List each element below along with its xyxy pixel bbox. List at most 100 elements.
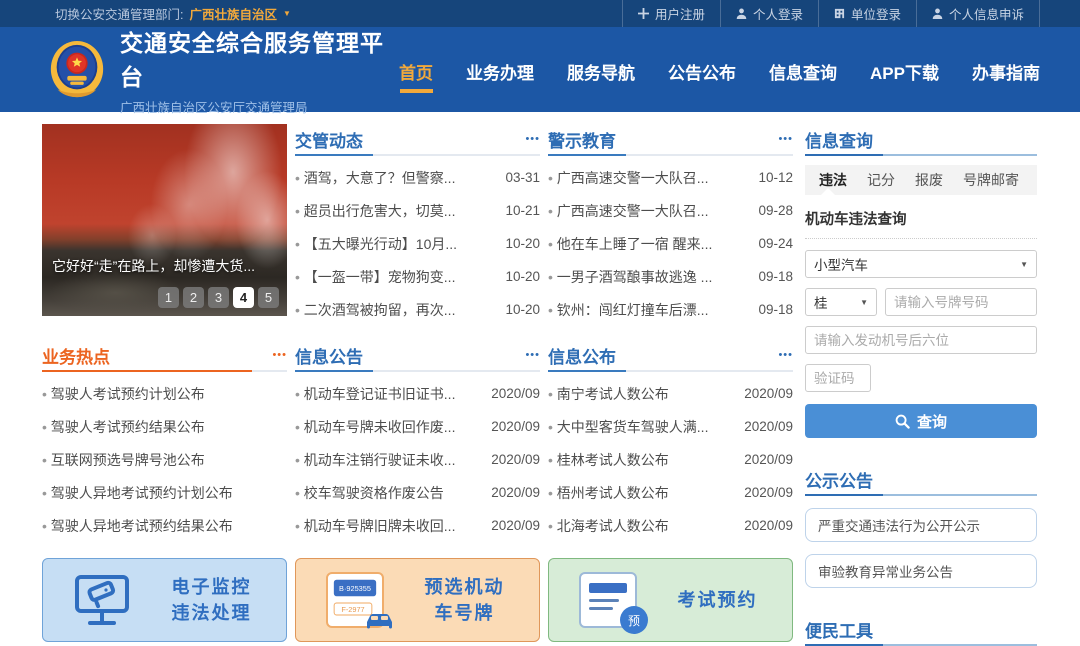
tab-plate-mail[interactable]: 号牌邮寄 bbox=[953, 170, 1029, 190]
news-date: 2020/09 bbox=[744, 518, 793, 533]
list-item[interactable]: 驾驶人考试预约结果公布 bbox=[42, 410, 287, 443]
list-item[interactable]: 北海考试人数公布2020/09 bbox=[548, 509, 793, 542]
list-item[interactable]: 桂林考试人数公布 2020/09 bbox=[548, 443, 793, 476]
news-date: 2020/09 bbox=[491, 485, 540, 500]
carousel-dot-1[interactable]: 1 bbox=[158, 287, 179, 308]
list-item[interactable]: 二次酒驾被拘留，再次...10-20 bbox=[295, 293, 540, 326]
announcement-link-violations[interactable]: 严重交通违法行为公开公示 bbox=[805, 508, 1037, 542]
carousel-dot-5[interactable]: 5 bbox=[258, 287, 279, 308]
news-title: 驾驶人异地考试预约结果公布 bbox=[42, 516, 233, 536]
province-select[interactable]: 桂 ▼ bbox=[805, 288, 877, 316]
list-item[interactable]: 【五大曝光行动】10月... 10-20 bbox=[295, 227, 540, 260]
list-item[interactable]: 钦州：闯红灯撞车后漂...09-18 bbox=[548, 293, 793, 326]
list-item[interactable]: 互联网预选号牌号池公布 bbox=[42, 443, 287, 476]
section-title: 交管动态 bbox=[295, 127, 363, 152]
banner-plate-preselection[interactable]: B·925355 F-2977 预选机动 车号牌 bbox=[295, 558, 540, 642]
list-item[interactable]: 一男子酒驾酿事故逃逸 ... 09-18 bbox=[548, 260, 793, 293]
engine-number-input[interactable] bbox=[805, 326, 1037, 354]
region-switch-label: 切换公安交通管理部门: bbox=[55, 4, 183, 23]
section-warning-education: 警示教育 ••• 广西高速交警一大队召...10-12 广西高速交警一大队召..… bbox=[548, 124, 793, 326]
unit-login-link[interactable]: 单位登录 bbox=[818, 0, 916, 27]
announcements-section-title: 公示公告 bbox=[805, 467, 873, 492]
banner-surveillance-violation[interactable]: 电子监控 违法处理 bbox=[42, 558, 287, 642]
news-date: 10-12 bbox=[758, 170, 793, 185]
more-icon[interactable]: ••• bbox=[778, 349, 793, 361]
license-plate-car-icon: B·925355 F-2977 bbox=[312, 572, 398, 628]
list-item[interactable]: 驾驶人考试预约计划公布 bbox=[42, 377, 287, 410]
more-icon[interactable]: ••• bbox=[778, 133, 793, 145]
tab-violation[interactable]: 违法 bbox=[809, 170, 857, 190]
tab-points[interactable]: 记分 bbox=[857, 170, 905, 190]
section-traffic-news: 交管动态 ••• 酒驾，大意了？但警察...03-31 超员出行危害大，切莫..… bbox=[295, 124, 540, 326]
list-item[interactable]: 广西高速交警一大队召...09-28 bbox=[548, 194, 793, 227]
info-appeal-link[interactable]: 个人信息申诉 bbox=[916, 0, 1040, 27]
news-date: 09-18 bbox=[758, 269, 793, 284]
captcha-input[interactable] bbox=[805, 364, 871, 392]
news-title: 【一盔一带】宠物狗变... bbox=[295, 267, 455, 287]
site-title: 交通安全综合服务管理平台 bbox=[120, 24, 399, 92]
nav-help-guide[interactable]: 办事指南 bbox=[972, 59, 1040, 84]
news-title: 他在车上睡了一宿 醒来... bbox=[548, 234, 712, 254]
section-divider bbox=[548, 154, 793, 156]
banner-line1: 预选机动 bbox=[398, 574, 531, 600]
list-item[interactable]: 南宁考试人数公布2020/09 bbox=[548, 377, 793, 410]
nav-info-query[interactable]: 信息查询 bbox=[769, 59, 837, 84]
nav-home[interactable]: 首页 bbox=[399, 59, 433, 84]
more-icon[interactable]: ••• bbox=[272, 349, 287, 361]
banner-exam-booking[interactable]: 预 考试预约 bbox=[548, 558, 793, 642]
query-tabs: 违法 记分 报废 号牌邮寄 bbox=[805, 165, 1037, 195]
news-title: 一男子酒驾酿事故逃逸 ... bbox=[548, 267, 712, 287]
list-item[interactable]: 机动车登记证书旧证书...2020/09 bbox=[295, 377, 540, 410]
list-item[interactable]: 【一盔一带】宠物狗变...10-20 bbox=[295, 260, 540, 293]
query-button[interactable]: 查询 bbox=[805, 404, 1037, 438]
tab-scrap[interactable]: 报废 bbox=[905, 170, 953, 190]
list-item[interactable]: 机动车注销行驶证未收...2020/09 bbox=[295, 443, 540, 476]
news-date: 2020/09 bbox=[744, 452, 793, 467]
list-item[interactable]: 驾驶人异地考试预约结果公布 bbox=[42, 509, 287, 542]
site-title-block: 交通安全综合服务管理平台 广西壮族自治区公安厅交通管理局 bbox=[120, 24, 399, 116]
personal-login-link[interactable]: 个人登录 bbox=[720, 0, 818, 27]
query-form-title: 机动车违法查询 bbox=[805, 208, 1037, 229]
news-title: 【五大曝光行动】10月... bbox=[295, 234, 457, 254]
list-item[interactable]: 机动车号牌未收回作废...2020/09 bbox=[295, 410, 540, 443]
list-item[interactable]: 校车驾驶资格作废公告2020/09 bbox=[295, 476, 540, 509]
register-link[interactable]: 用户注册 bbox=[622, 0, 720, 27]
nav-business[interactable]: 业务办理 bbox=[466, 59, 534, 84]
news-title: 桂林考试人数公布 bbox=[548, 450, 669, 470]
nav-service-guide[interactable]: 服务导航 bbox=[567, 59, 635, 84]
news-title: 驾驶人考试预约结果公布 bbox=[42, 417, 205, 437]
nav-announcements[interactable]: 公告公布 bbox=[668, 59, 736, 84]
vehicle-type-value: 小型汽车 bbox=[814, 254, 868, 274]
banner-label: 电子监控 违法处理 bbox=[145, 574, 278, 626]
more-icon[interactable]: ••• bbox=[525, 349, 540, 361]
site-subtitle: 广西壮族自治区公安厅交通管理局 bbox=[120, 97, 399, 116]
person-icon bbox=[736, 8, 747, 19]
carousel-dot-3[interactable]: 3 bbox=[208, 287, 229, 308]
carousel-caption[interactable]: 它好好“走”在路上，却惨遭大货... bbox=[52, 256, 255, 276]
tools-section-title: 便民工具 bbox=[805, 617, 873, 642]
plate-number-input[interactable] bbox=[885, 288, 1037, 316]
news-title: 广西高速交警一大队召... bbox=[548, 168, 708, 188]
list-item[interactable]: 超员出行危害大，切莫...10-21 bbox=[295, 194, 540, 227]
news-title: 机动车号牌未收回作废... bbox=[295, 417, 455, 437]
vehicle-type-select[interactable]: 小型汽车 ▼ bbox=[805, 250, 1037, 278]
dotted-divider bbox=[805, 238, 1037, 239]
list-item[interactable]: 梧州考试人数公布2020/09 bbox=[548, 476, 793, 509]
list-item[interactable]: 机动车号牌旧牌未收回...2020/09 bbox=[295, 509, 540, 542]
list-item[interactable]: 他在车上睡了一宿 醒来...09-24 bbox=[548, 227, 793, 260]
more-icon[interactable]: ••• bbox=[525, 133, 540, 145]
news-carousel[interactable]: 它好好“走”在路上，却惨遭大货... 1 2 3 4 5 bbox=[42, 124, 287, 316]
carousel-dot-2[interactable]: 2 bbox=[183, 287, 204, 308]
nav-app-download[interactable]: APP下载 bbox=[870, 59, 939, 84]
site-header: 交通安全综合服务管理平台 广西壮族自治区公安厅交通管理局 首页 业务办理 服务导… bbox=[0, 27, 1080, 112]
list-item[interactable]: 广西高速交警一大队召... 10-12 bbox=[548, 161, 793, 194]
list-item[interactable]: 大中型客货车驾驶人满...2020/09 bbox=[548, 410, 793, 443]
region-switcher[interactable]: 切换公安交通管理部门: 广西壮族自治区 ▼ bbox=[55, 4, 291, 23]
blue-plate-number: B·925355 bbox=[334, 580, 376, 597]
list-item[interactable]: 酒驾，大意了？但警察...03-31 bbox=[295, 161, 540, 194]
carousel-dot-4[interactable]: 4 bbox=[233, 287, 254, 308]
news-date: 10-20 bbox=[505, 236, 540, 251]
announcement-link-audit[interactable]: 审验教育异常业务公告 bbox=[805, 554, 1037, 588]
banner-line1: 电子监控 bbox=[145, 574, 278, 600]
list-item[interactable]: 驾驶人异地考试预约计划公布 bbox=[42, 476, 287, 509]
